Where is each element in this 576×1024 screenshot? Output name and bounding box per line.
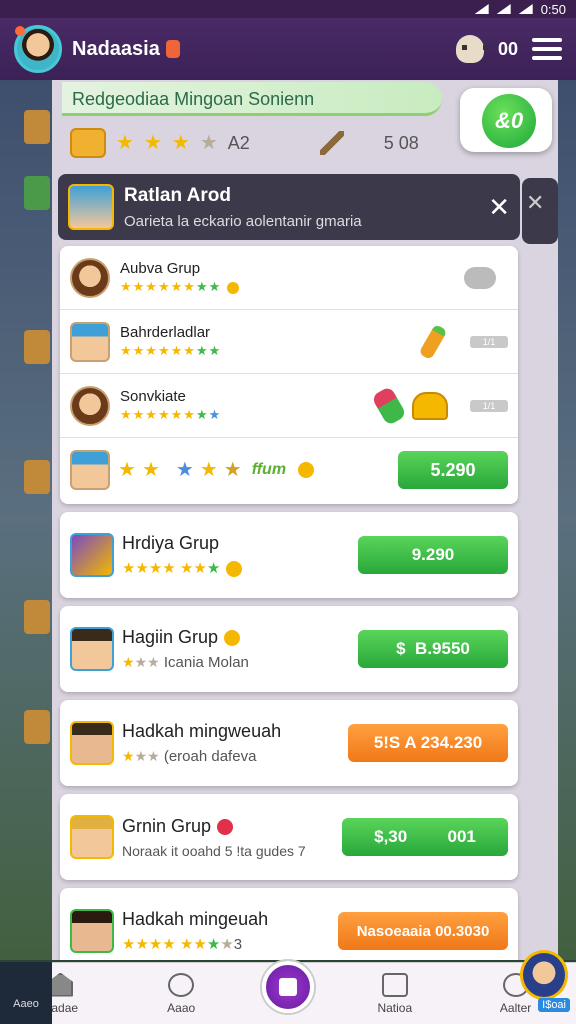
- player-label: I$oai: [538, 998, 570, 1012]
- star-icon: ★: [116, 132, 134, 154]
- skull-icon[interactable]: [455, 35, 488, 63]
- notification-banner[interactable]: Ratlan Arod Oarieta la eckario aolentani…: [58, 174, 520, 240]
- notification-subtitle: Oarieta la eckario aolentanir gmaria: [124, 212, 362, 230]
- play-button-frame: &0: [460, 88, 552, 152]
- main-panel: Redgeodiaa Mingoan Sonienn &0 ★ ★ ★ ★ A2…: [52, 80, 558, 960]
- close-icon[interactable]: ✕: [488, 192, 510, 223]
- side-chip-icon: [24, 600, 50, 634]
- side-chip-icon: [24, 460, 50, 494]
- lantern-icon: [165, 40, 180, 58]
- signal-icon: [474, 4, 489, 14]
- group-icon: [70, 909, 114, 953]
- star-icon: ★: [143, 132, 162, 154]
- member-name: Sonvkiate: [120, 388, 186, 405]
- star-icon: ★: [199, 132, 218, 154]
- star-icon: ★: [171, 132, 190, 154]
- group-row[interactable]: Bahrderladlar ★★★★★★★★ 1/1: [60, 310, 518, 374]
- group-name: Hrdiya Grup: [122, 532, 220, 553]
- row-badge: 1/1: [470, 399, 508, 412]
- side-chip-icon: [24, 330, 50, 364]
- claim-button[interactable]: 5.290: [398, 451, 508, 489]
- group-icon: [70, 815, 114, 859]
- member-avatar: [70, 257, 110, 298]
- group-card: Aubva Grup ★★★★★★★★ Bahrderladlar ★★★★★★…: [60, 246, 518, 504]
- nav-notes[interactable]: Natioa: [355, 972, 435, 1015]
- notification-avatar: [68, 184, 114, 230]
- app-title: Nadaasia: [72, 37, 160, 60]
- wifi-icon: [496, 4, 511, 14]
- star-rating: ★★★★★★★★: [120, 407, 222, 422]
- star-rating: ★★★★★★★★: [120, 343, 222, 358]
- play-button[interactable]: &0: [482, 94, 536, 148]
- player-avatar[interactable]: [520, 950, 568, 1000]
- member-name: Bahrderladlar: [120, 324, 211, 341]
- group-row[interactable]: Aubva Grup ★★★★★★★★: [60, 246, 518, 310]
- join-button[interactable]: 9.290: [358, 536, 508, 574]
- app-header: Nadaasia 00: [0, 18, 576, 80]
- group-icon: [70, 721, 114, 765]
- stats-row: ★ ★ ★ ★ A2 5 08: [70, 128, 419, 158]
- member-avatar: [70, 321, 110, 362]
- row-tag: ffum: [251, 461, 287, 478]
- join-button[interactable]: $ B.9550: [358, 630, 508, 668]
- member-name: Aubva Grup: [120, 260, 201, 277]
- list-item[interactable]: Grnin Grup Noraak it ooahd 5 !ta gudes 7…: [60, 794, 518, 880]
- group-name: Hadkah mingweuah: [122, 721, 282, 741]
- star-rating: ★ ★ ★ ★ ★ ffum: [118, 460, 315, 480]
- group-icon: [70, 533, 114, 577]
- member-avatar: [70, 385, 110, 426]
- background-left: [0, 80, 52, 960]
- group-subtitle: Noraak it ooahd 5 !ta gudes 7: [122, 842, 306, 859]
- member-avatar: [70, 450, 110, 490]
- group-name: Hagiin Grup: [122, 627, 249, 648]
- count-value: 5 08: [383, 132, 419, 153]
- row-badge: 1/1: [470, 335, 508, 348]
- play-icon: [278, 977, 297, 996]
- nav-center-button[interactable]: [261, 960, 314, 1013]
- coin-count: 00: [497, 38, 518, 59]
- list-item[interactable]: Hrdiya Grup ★★★★ ★★★ 9.290: [60, 512, 518, 598]
- join-button[interactable]: 5!S A 234.230: [348, 724, 508, 762]
- list-item[interactable]: Hadkah mingweuah ★★★ (eroah dafeva 5!S A…: [60, 700, 518, 786]
- group-row[interactable]: ★ ★ ★ ★ ★ ffum 5.290: [60, 438, 518, 502]
- notification-title: Ratlan Arod: [124, 184, 231, 206]
- notification-dot: [15, 26, 25, 36]
- star-rating: ★★★★ ★★★★3: [122, 936, 243, 953]
- bottom-nav: Hadae Aaao Natioa Aalter: [0, 960, 576, 1024]
- friends-icon: [168, 972, 195, 997]
- group-icon: [70, 627, 114, 671]
- status-bar: 0:50: [0, 0, 576, 18]
- list-item[interactable]: Hagiin Grup ★★★ Icania Molan $ B.9550: [60, 606, 518, 692]
- battery-icon: [518, 4, 533, 14]
- profile-avatar[interactable]: [14, 25, 62, 73]
- background-nav-item: Aaeo: [0, 962, 52, 1024]
- side-chip-icon: [24, 110, 50, 144]
- side-chip-icon: [24, 710, 50, 744]
- star-rating: ★★★★ ★★★: [122, 560, 243, 578]
- background-close-icon: ✕: [522, 178, 558, 244]
- group-row[interactable]: Sonvkiate ★★★★★★★★ 1/1: [60, 374, 518, 438]
- list-item[interactable]: Hadkah mingeuah ★★★★ ★★★★3 Nasoeaaia 00.…: [60, 888, 518, 960]
- menu-icon[interactable]: [532, 38, 562, 60]
- potion-icon: [370, 385, 408, 426]
- panel-header: Redgeodiaa Mingoan Sonienn: [62, 82, 442, 116]
- cloud-icon: [464, 266, 496, 289]
- scroll-icon: [70, 128, 106, 158]
- sword-icon: [319, 131, 344, 155]
- star-rating: ★★★★★★★★: [120, 279, 240, 295]
- carrot-icon: [418, 323, 448, 360]
- group-subtitle: ★★★ (eroah dafeva: [122, 748, 257, 765]
- join-button[interactable]: $,30 001: [342, 818, 508, 856]
- rating-value: A2: [227, 132, 250, 153]
- group-name: Hadkah mingeuah: [122, 909, 269, 929]
- clock: 0:50: [540, 1, 566, 17]
- group-name: Grnin Grup: [122, 816, 306, 837]
- edit-icon: [381, 972, 408, 997]
- bell-icon: [412, 391, 448, 420]
- join-button[interactable]: Nasoeaaia 00.3030: [338, 912, 508, 950]
- group-subtitle: ★★★ Icania Molan: [122, 654, 249, 671]
- side-chip-icon: [24, 176, 50, 210]
- nav-friends[interactable]: Aaao: [141, 972, 221, 1015]
